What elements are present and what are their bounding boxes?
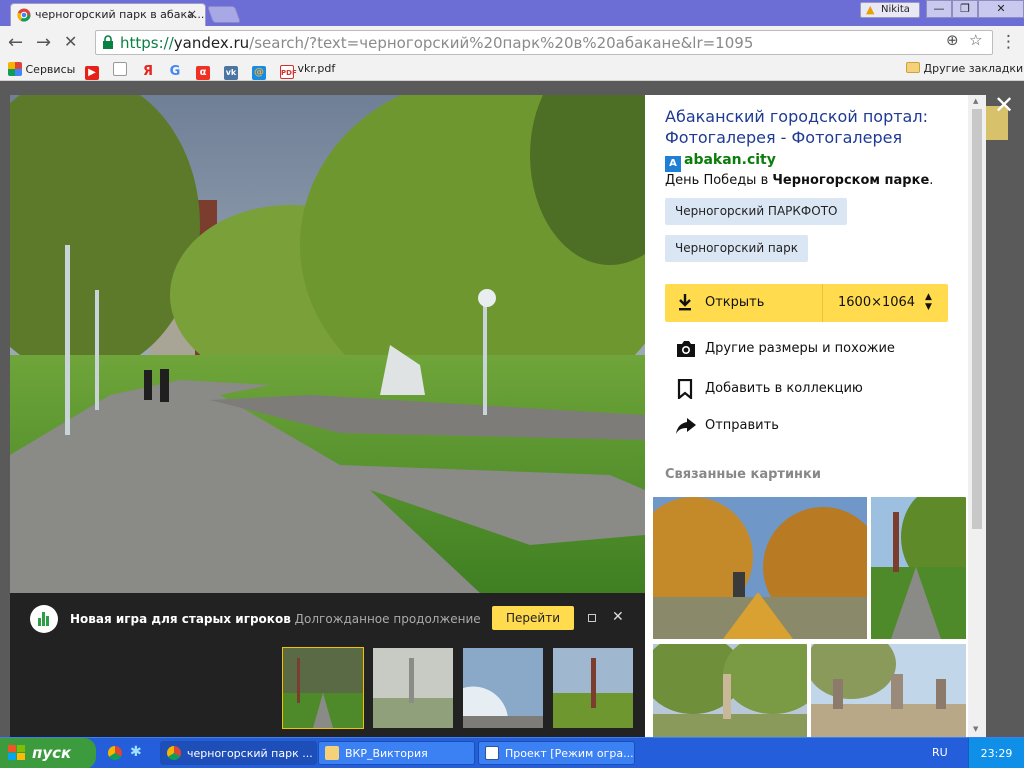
browser-tab-active[interactable]: черногорский парк в абака... × xyxy=(10,3,206,26)
scrollbar-thumb[interactable] xyxy=(972,109,982,529)
thumbnail-3[interactable] xyxy=(463,648,543,728)
bookmark-alfa[interactable]: α xyxy=(196,62,210,80)
google-icon: G xyxy=(169,64,181,79)
tab-close-icon[interactable]: × xyxy=(187,7,197,21)
browser-toolbar: ← → ✕ https://yandex.ru/search/?text=чер… xyxy=(0,26,1024,59)
tag-chernogorsky-park[interactable]: Черногорский парк xyxy=(665,235,808,262)
panel-scrollbar[interactable]: ▲ ▼ xyxy=(968,95,986,737)
main-photo[interactable] xyxy=(10,95,645,593)
download-icon xyxy=(679,294,691,311)
language-indicator[interactable]: RU xyxy=(932,746,948,759)
url-path: /search/?text=черногорский%20парк%20в%20… xyxy=(249,34,754,52)
task-chrome[interactable]: черногорский парк ... xyxy=(160,741,317,765)
mail-icon: @ xyxy=(252,66,266,80)
folder-icon xyxy=(906,62,920,73)
quicklaunch-chrome-icon[interactable] xyxy=(108,746,122,760)
task-folder[interactable]: ВКР_Виктория xyxy=(318,741,475,765)
system-clock[interactable]: 23:29 xyxy=(968,738,1024,768)
ad-close-icon[interactable]: ✕ xyxy=(612,609,624,625)
ad-banner: Новая игра для старых игроков Долгожданн… xyxy=(10,593,645,645)
ad-go-button[interactable]: Перейти xyxy=(492,606,574,630)
related-image-1[interactable] xyxy=(653,497,867,639)
bookmark-google[interactable]: G xyxy=(168,62,182,79)
youtube-icon: ▶ xyxy=(85,66,99,80)
back-arrow-icon[interactable]: ← xyxy=(8,32,23,53)
scroll-down-icon[interactable]: ▼ xyxy=(973,725,978,733)
minimize-button[interactable]: — xyxy=(926,0,952,18)
address-bar[interactable]: https://yandex.ru/search/?text=черногорс… xyxy=(95,30,993,55)
page-icon xyxy=(113,62,127,76)
profile-name: Nikita xyxy=(881,4,910,15)
camera-icon xyxy=(677,341,695,357)
image-info-panel: Абаканский городской портал: Фотогалерея… xyxy=(645,95,986,737)
zoom-icon[interactable]: ⊕ xyxy=(946,31,959,49)
bookmark-yandex[interactable]: Я xyxy=(141,62,155,79)
source-site-link[interactable]: Aabakan.city xyxy=(665,152,776,172)
size-chevron-icon: ▲ ▼ xyxy=(925,292,932,312)
bookmarks-bar: Сервисы ▶ Я G α vk @ PDF vkr.pdf Другие … xyxy=(0,59,1024,81)
word-task-icon xyxy=(485,746,499,760)
alfa-icon: α xyxy=(196,66,210,80)
quicklaunch-network-icon[interactable]: ✱ xyxy=(130,744,142,760)
forward-arrow-icon[interactable]: → xyxy=(36,32,51,53)
site-favicon-icon: A xyxy=(665,156,681,172)
thumbnail-strip xyxy=(10,645,645,737)
bookmark-mail[interactable]: @ xyxy=(252,62,266,80)
share-arrow-icon xyxy=(676,418,696,434)
vk-icon: vk xyxy=(224,66,238,80)
source-title-link[interactable]: Абаканский городской портал: Фотогалерея… xyxy=(665,106,955,148)
chrome-title-bar: черногорский парк в абака... × ▲ Nikita … xyxy=(0,0,1024,26)
viewer-close-icon[interactable]: ✕ xyxy=(994,91,1014,119)
close-window-button[interactable]: ✕ xyxy=(978,0,1024,18)
start-button[interactable]: пуск xyxy=(0,738,96,768)
thumbnail-2[interactable] xyxy=(373,648,453,728)
image-size-select[interactable]: 1600×1064 xyxy=(838,295,915,310)
ad-info-icon[interactable] xyxy=(588,614,596,622)
open-label: Открыть xyxy=(705,295,765,310)
pdf-icon: PDF xyxy=(280,65,297,79)
open-image-button[interactable]: Открыть 1600×1064 ▲ ▼ xyxy=(665,284,948,322)
url-host: yandex.ru xyxy=(173,34,250,52)
related-image-2[interactable] xyxy=(871,497,966,639)
apps-icon xyxy=(8,62,22,76)
chrome-favicon-icon xyxy=(17,8,31,22)
ad-text: Новая игра для старых игроков Долгожданн… xyxy=(70,612,482,626)
tab-title: черногорский парк в абака... xyxy=(35,8,205,21)
bookmark-services[interactable]: Сервисы xyxy=(8,62,75,78)
warning-icon: ▲ xyxy=(866,3,875,16)
image-description: День Победы в Черногорском парке. xyxy=(665,173,934,188)
task-word[interactable]: Проект [Режим огра... xyxy=(478,741,635,765)
thumbnail-4[interactable] xyxy=(553,648,633,728)
yandex-icon: Я xyxy=(142,64,153,79)
window-controls: — ❐ ✕ xyxy=(926,0,1024,18)
scroll-up-icon[interactable]: ▲ xyxy=(973,97,978,105)
stop-loading-icon[interactable]: ✕ xyxy=(64,32,77,51)
bookmark-youtube[interactable]: ▶ xyxy=(85,62,99,80)
related-image-3[interactable] xyxy=(653,644,807,737)
windows-flag-icon xyxy=(8,745,25,760)
bookmark-icon xyxy=(677,379,693,399)
related-image-4[interactable] xyxy=(811,644,966,737)
other-bookmarks[interactable]: Другие закладки xyxy=(906,62,1023,78)
related-images-heading: Связанные картинки xyxy=(665,467,821,482)
bookmark-vkr-pdf[interactable]: PDF vkr.pdf xyxy=(280,62,335,79)
chrome-menu-icon[interactable]: ⋮ xyxy=(1000,32,1017,52)
bookmark-star-icon[interactable]: ☆ xyxy=(969,31,982,49)
url-scheme: https:// xyxy=(120,34,174,52)
new-tab-button[interactable] xyxy=(206,6,242,23)
game-logo-icon xyxy=(30,605,58,633)
profile-button[interactable]: ▲ Nikita xyxy=(860,2,920,18)
chrome-task-icon xyxy=(167,746,181,760)
ad-description: Долгожданное продолжение э... xyxy=(294,612,482,626)
bookmark-vk[interactable]: vk xyxy=(224,62,238,80)
folder-task-icon xyxy=(325,746,339,760)
ad-title: Новая игра для старых игроков xyxy=(70,612,291,626)
tag-chernogorsky-parkfoto[interactable]: Черногорский ПАРКФОТО xyxy=(665,198,848,225)
bookmark-page[interactable] xyxy=(113,62,127,78)
thumbnail-1[interactable] xyxy=(282,647,364,729)
maximize-button[interactable]: ❐ xyxy=(952,0,978,18)
windows-taskbar: пуск ✱ черногорский парк ... ВКР_Виктори… xyxy=(0,737,1024,768)
lock-icon xyxy=(103,35,113,49)
